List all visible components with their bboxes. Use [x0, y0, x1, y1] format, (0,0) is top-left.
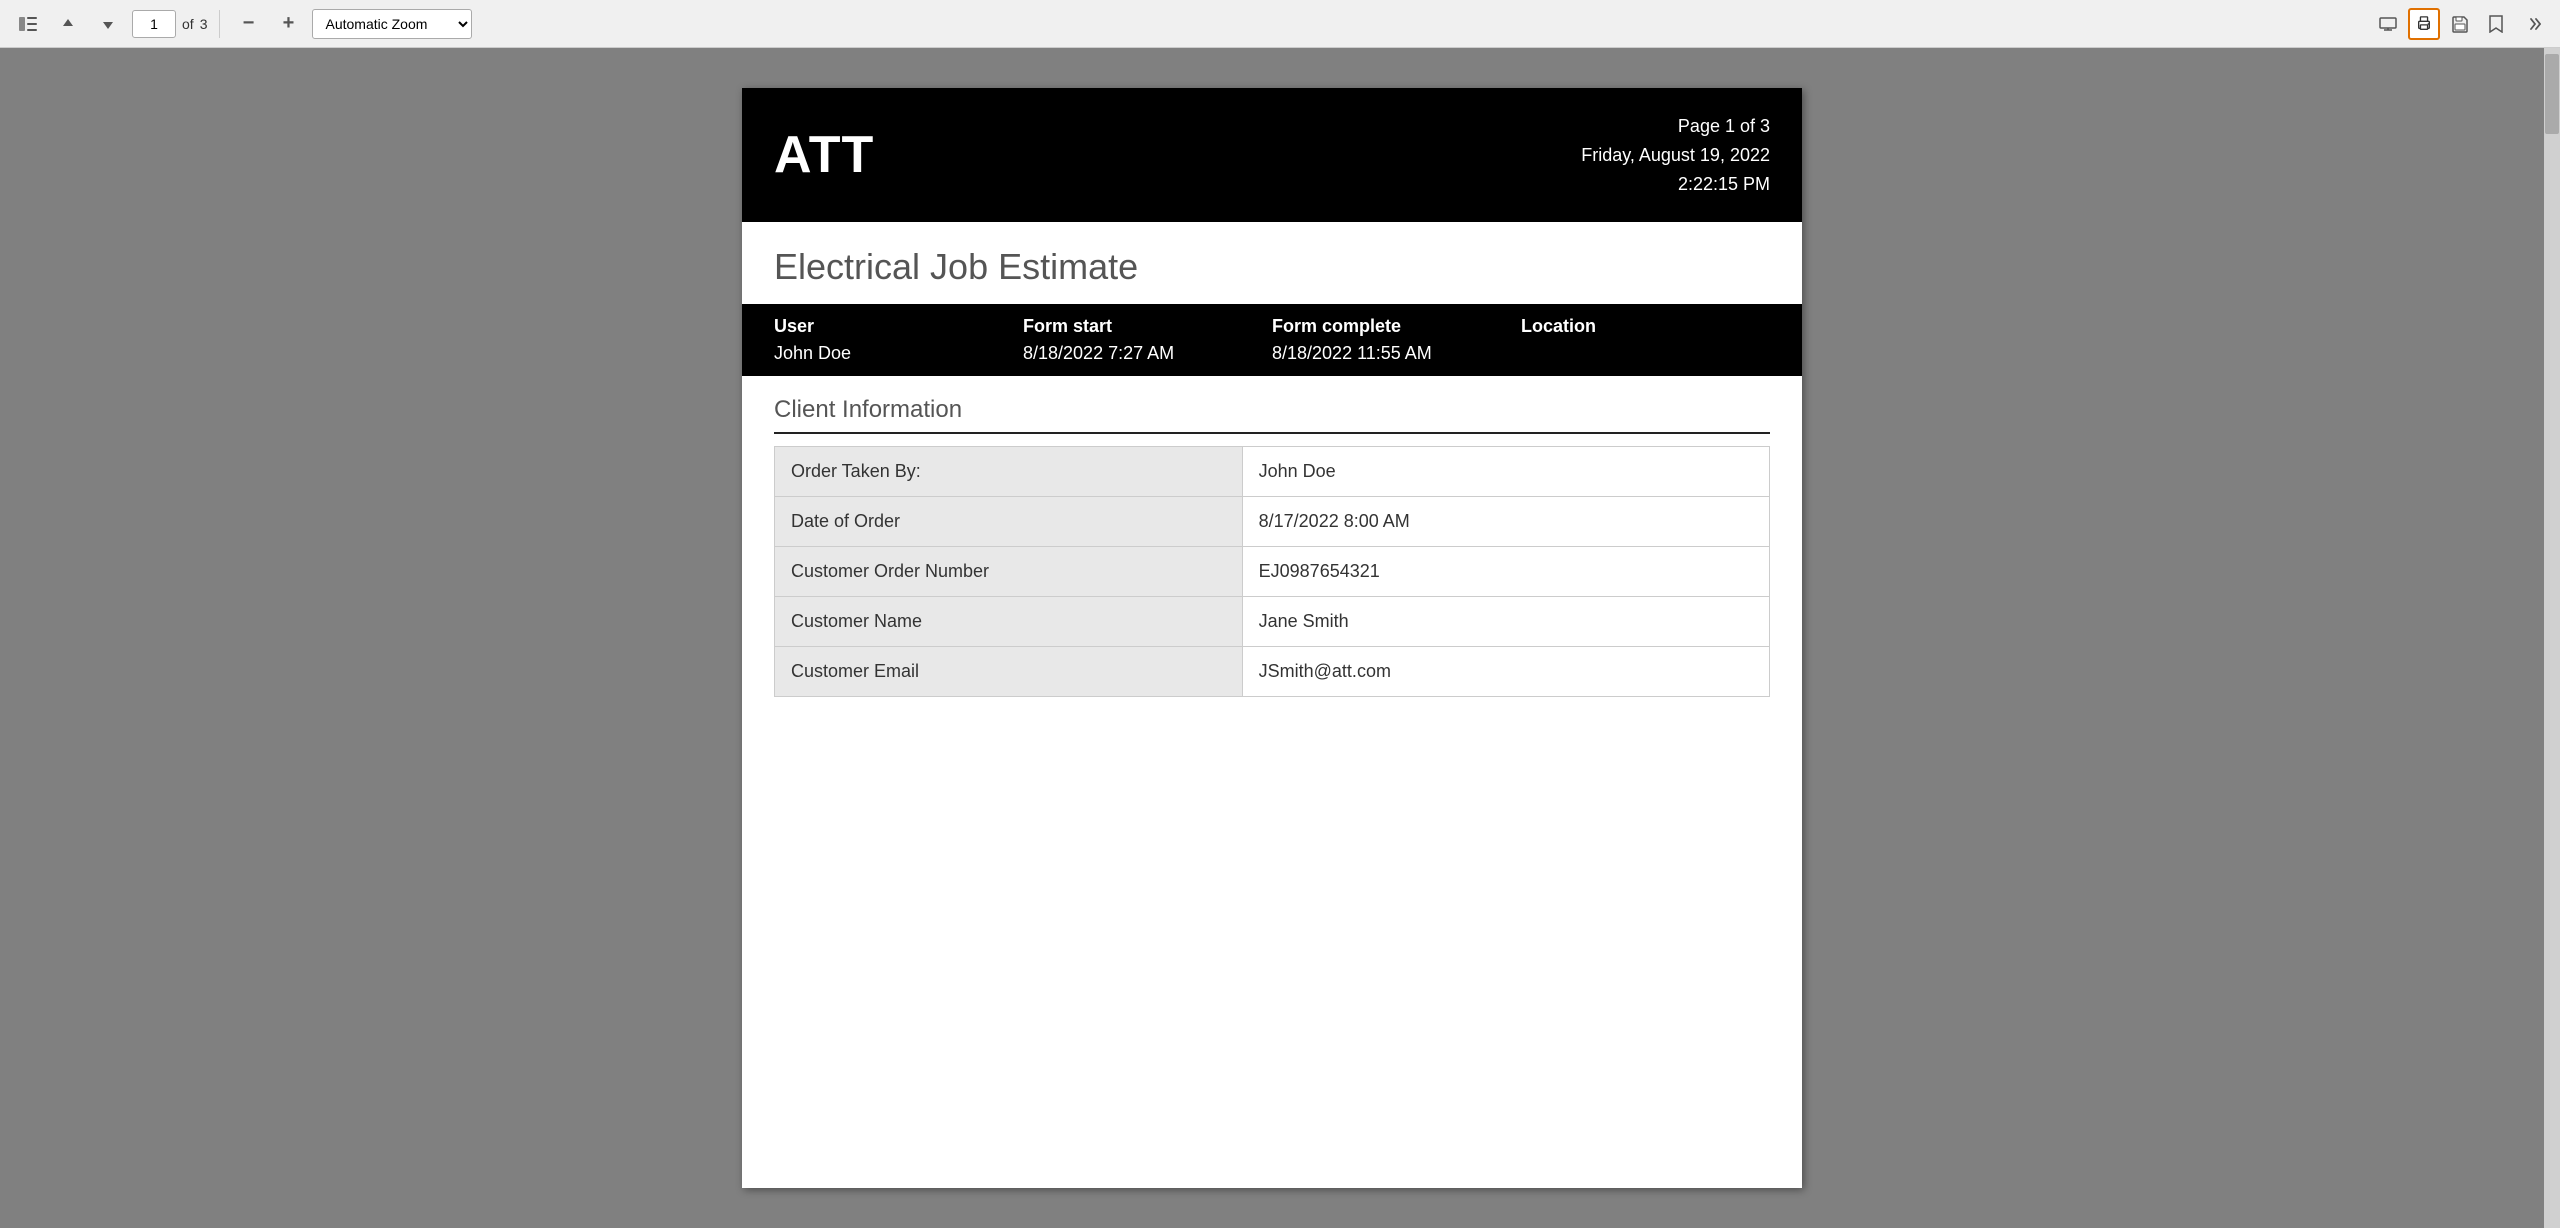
print-button[interactable] — [2408, 8, 2440, 40]
form-complete-value: 8/18/2022 11:55 AM — [1272, 343, 1521, 364]
form-complete-header: Form complete — [1272, 316, 1521, 337]
toggle-sidebar-button[interactable] — [12, 8, 44, 40]
doc-title: Electrical Job Estimate — [742, 222, 1802, 304]
location-header: Location — [1521, 316, 1770, 337]
right-toolbar — [2372, 8, 2548, 40]
more-tools-button[interactable] — [2516, 8, 2548, 40]
location-column: Location — [1521, 316, 1770, 364]
field-value: 8/17/2022 8:00 AM — [1242, 497, 1769, 547]
doc-header-info: Page 1 of 3 Friday, August 19, 2022 2:22… — [1581, 112, 1770, 198]
field-label: Customer Name — [775, 597, 1243, 647]
section-divider — [774, 432, 1770, 434]
present-button[interactable] — [2372, 8, 2404, 40]
form-fields-table: Order Taken By: John Doe Date of Order 8… — [774, 446, 1770, 697]
save-button[interactable] — [2444, 8, 2476, 40]
table-row: Customer Name Jane Smith — [775, 597, 1770, 647]
toolbar: 1 of 3 − + Automatic Zoom 50% 75% 100% 1… — [0, 0, 2560, 48]
pdf-page: ATT Page 1 of 3 Friday, August 19, 2022 … — [742, 88, 1802, 1188]
page-navigation: 1 of 3 — [132, 10, 207, 38]
user-column: User John Doe — [774, 316, 1023, 364]
doc-header: ATT Page 1 of 3 Friday, August 19, 2022 … — [742, 88, 1802, 222]
user-header: User — [774, 316, 1023, 337]
pdf-viewer[interactable]: ATT Page 1 of 3 Friday, August 19, 2022 … — [0, 48, 2544, 1228]
field-label: Customer Email — [775, 647, 1243, 697]
zoom-in-button[interactable]: + — [272, 8, 304, 40]
field-value: John Doe — [1242, 447, 1769, 497]
table-row: Date of Order 8/17/2022 8:00 AM — [775, 497, 1770, 547]
doc-date: Friday, August 19, 2022 — [1581, 141, 1770, 170]
company-logo: ATT — [774, 125, 874, 185]
page-of-label: of — [182, 16, 194, 32]
table-row: Customer Email JSmith@att.com — [775, 647, 1770, 697]
page-info: Page 1 of 3 — [1581, 112, 1770, 141]
field-value: Jane Smith — [1242, 597, 1769, 647]
table-row: Customer Order Number EJ0987654321 — [775, 547, 1770, 597]
field-label: Order Taken By: — [775, 447, 1243, 497]
scroll-up-button[interactable] — [52, 8, 84, 40]
scroll-down-button[interactable] — [92, 8, 124, 40]
info-table: User John Doe Form start 8/18/2022 7:27 … — [742, 304, 1802, 376]
field-label: Date of Order — [775, 497, 1243, 547]
page-total-label: 3 — [200, 16, 208, 32]
form-start-value: 8/18/2022 7:27 AM — [1023, 343, 1272, 364]
user-value: John Doe — [774, 343, 1023, 364]
form-complete-column: Form complete 8/18/2022 11:55 AM — [1272, 316, 1521, 364]
zoom-select[interactable]: Automatic Zoom 50% 75% 100% 125% 150% 20… — [312, 9, 472, 39]
zoom-out-button[interactable]: − — [232, 8, 264, 40]
doc-time: 2:22:15 PM — [1581, 170, 1770, 199]
table-row: Order Taken By: John Doe — [775, 447, 1770, 497]
field-label: Customer Order Number — [775, 547, 1243, 597]
scrollbar-track[interactable] — [2544, 48, 2560, 1228]
section-title: Client Information — [742, 376, 1802, 432]
field-value: EJ0987654321 — [1242, 547, 1769, 597]
form-start-header: Form start — [1023, 316, 1272, 337]
main-area: ATT Page 1 of 3 Friday, August 19, 2022 … — [0, 48, 2560, 1228]
form-start-column: Form start 8/18/2022 7:27 AM — [1023, 316, 1272, 364]
field-value: JSmith@att.com — [1242, 647, 1769, 697]
separator-1 — [219, 10, 220, 38]
bookmark-button[interactable] — [2480, 8, 2512, 40]
scrollbar-thumb[interactable] — [2545, 54, 2559, 134]
page-number-input[interactable]: 1 — [132, 10, 176, 38]
